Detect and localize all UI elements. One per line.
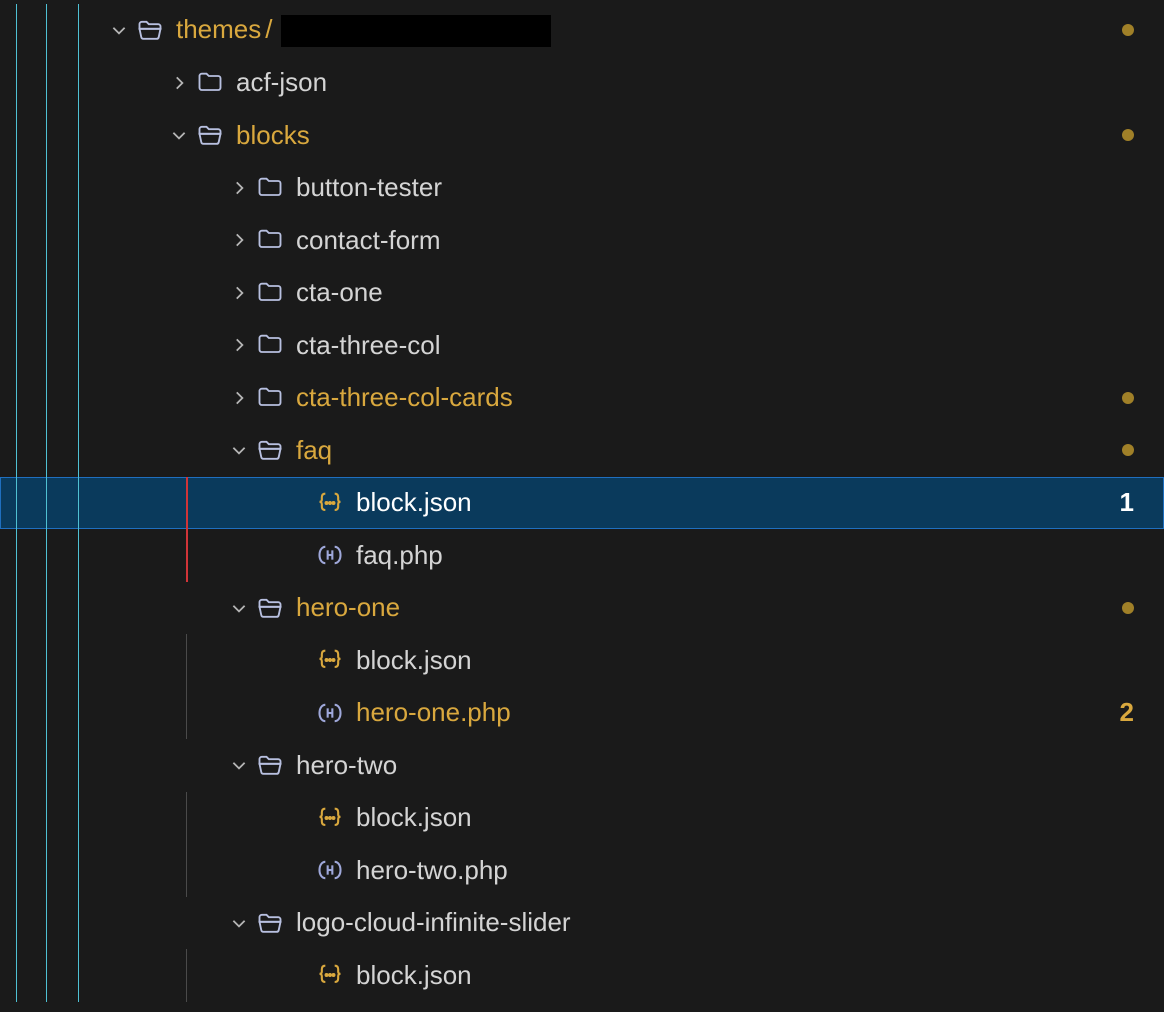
tree-row-button-tester[interactable]: button-tester <box>0 162 1164 215</box>
tree-row-block-json[interactable]: block.json <box>0 634 1164 687</box>
chevron-right-icon[interactable] <box>228 387 250 409</box>
chevron-down-icon[interactable] <box>228 597 250 619</box>
json-file-icon <box>316 489 344 517</box>
tree-row-hero-two[interactable]: hero-two <box>0 739 1164 792</box>
chevron-right-icon[interactable] <box>228 229 250 251</box>
file-label: block.json <box>356 802 472 833</box>
folder-open-icon <box>256 751 284 779</box>
redacted-region <box>281 15 551 47</box>
folder-icon <box>256 331 284 359</box>
folder-label: hero-one <box>296 592 400 623</box>
json-file-icon <box>316 804 344 832</box>
file-label: block.json <box>356 960 472 991</box>
file-label: faq.php <box>356 540 443 571</box>
tree-row-acf-json[interactable]: acf-json <box>0 57 1164 110</box>
chevron-right-icon[interactable] <box>228 334 250 356</box>
folder-open-icon <box>256 436 284 464</box>
tree-row-hero-two-php[interactable]: hero-two.php <box>0 844 1164 897</box>
modified-dot-icon <box>1122 24 1134 36</box>
folder-label: contact-form <box>296 225 441 256</box>
tree-row-block-json[interactable]: block.json <box>0 949 1164 1002</box>
tree-row-hero-one[interactable]: hero-one <box>0 582 1164 635</box>
folder-label: blocks <box>236 120 310 151</box>
folder-open-icon <box>256 594 284 622</box>
folder-label: faq <box>296 435 332 466</box>
folder-icon <box>256 279 284 307</box>
chevron-down-icon[interactable] <box>228 912 250 934</box>
tree-row-themes[interactable]: themes/ <box>0 4 1164 57</box>
file-label: block.json <box>356 645 472 676</box>
file-tree: themes/ acf-json blocks button-tester conta… <box>0 0 1164 1002</box>
diff-count-badge: 2 <box>1120 697 1134 728</box>
folder-label: cta-three-col-cards <box>296 382 513 413</box>
diff-count-badge: 1 <box>1120 487 1134 518</box>
modified-dot-icon <box>1122 129 1134 141</box>
json-file-icon <box>316 961 344 989</box>
folder-label: themes/ <box>176 14 551 47</box>
folder-icon <box>196 69 224 97</box>
folder-icon <box>256 226 284 254</box>
folder-open-icon <box>256 909 284 937</box>
folder-label: cta-one <box>296 277 383 308</box>
tree-row-block-json[interactable]: block.json 1 <box>0 477 1164 530</box>
tree-row-hero-one-php[interactable]: hero-one.php 2 <box>0 687 1164 740</box>
php-file-icon <box>316 856 344 884</box>
json-file-icon <box>316 646 344 674</box>
folder-icon <box>256 384 284 412</box>
folder-label: button-tester <box>296 172 442 203</box>
folder-label: hero-two <box>296 750 397 781</box>
tree-row-faq-php[interactable]: faq.php <box>0 529 1164 582</box>
folder-open-icon <box>136 16 164 44</box>
tree-row-faq[interactable]: faq <box>0 424 1164 477</box>
tree-row-block-json[interactable]: block.json <box>0 792 1164 845</box>
folder-icon <box>256 174 284 202</box>
tree-row-cta-three-col[interactable]: cta-three-col <box>0 319 1164 372</box>
folder-open-icon <box>196 121 224 149</box>
folder-label: acf-json <box>236 67 327 98</box>
chevron-right-icon[interactable] <box>168 72 190 94</box>
tree-row-contact-form[interactable]: contact-form <box>0 214 1164 267</box>
modified-dot-icon <box>1122 602 1134 614</box>
chevron-down-icon[interactable] <box>228 754 250 776</box>
folder-label: cta-three-col <box>296 330 441 361</box>
tree-row-logo-cloud-infinite-slider[interactable]: logo-cloud-infinite-slider <box>0 897 1164 950</box>
tree-row-cta-one[interactable]: cta-one <box>0 267 1164 320</box>
file-label: hero-two.php <box>356 855 508 886</box>
chevron-right-icon[interactable] <box>228 282 250 304</box>
modified-dot-icon <box>1122 392 1134 404</box>
php-file-icon <box>316 541 344 569</box>
file-label: block.json <box>356 487 472 518</box>
file-label: hero-one.php <box>356 697 511 728</box>
chevron-down-icon[interactable] <box>108 19 130 41</box>
chevron-down-icon[interactable] <box>168 124 190 146</box>
tree-row-cta-three-col-cards[interactable]: cta-three-col-cards <box>0 372 1164 425</box>
chevron-down-icon[interactable] <box>228 439 250 461</box>
tree-row-blocks[interactable]: blocks <box>0 109 1164 162</box>
chevron-right-icon[interactable] <box>228 177 250 199</box>
modified-dot-icon <box>1122 444 1134 456</box>
folder-label: logo-cloud-infinite-slider <box>296 907 571 938</box>
php-file-icon <box>316 699 344 727</box>
